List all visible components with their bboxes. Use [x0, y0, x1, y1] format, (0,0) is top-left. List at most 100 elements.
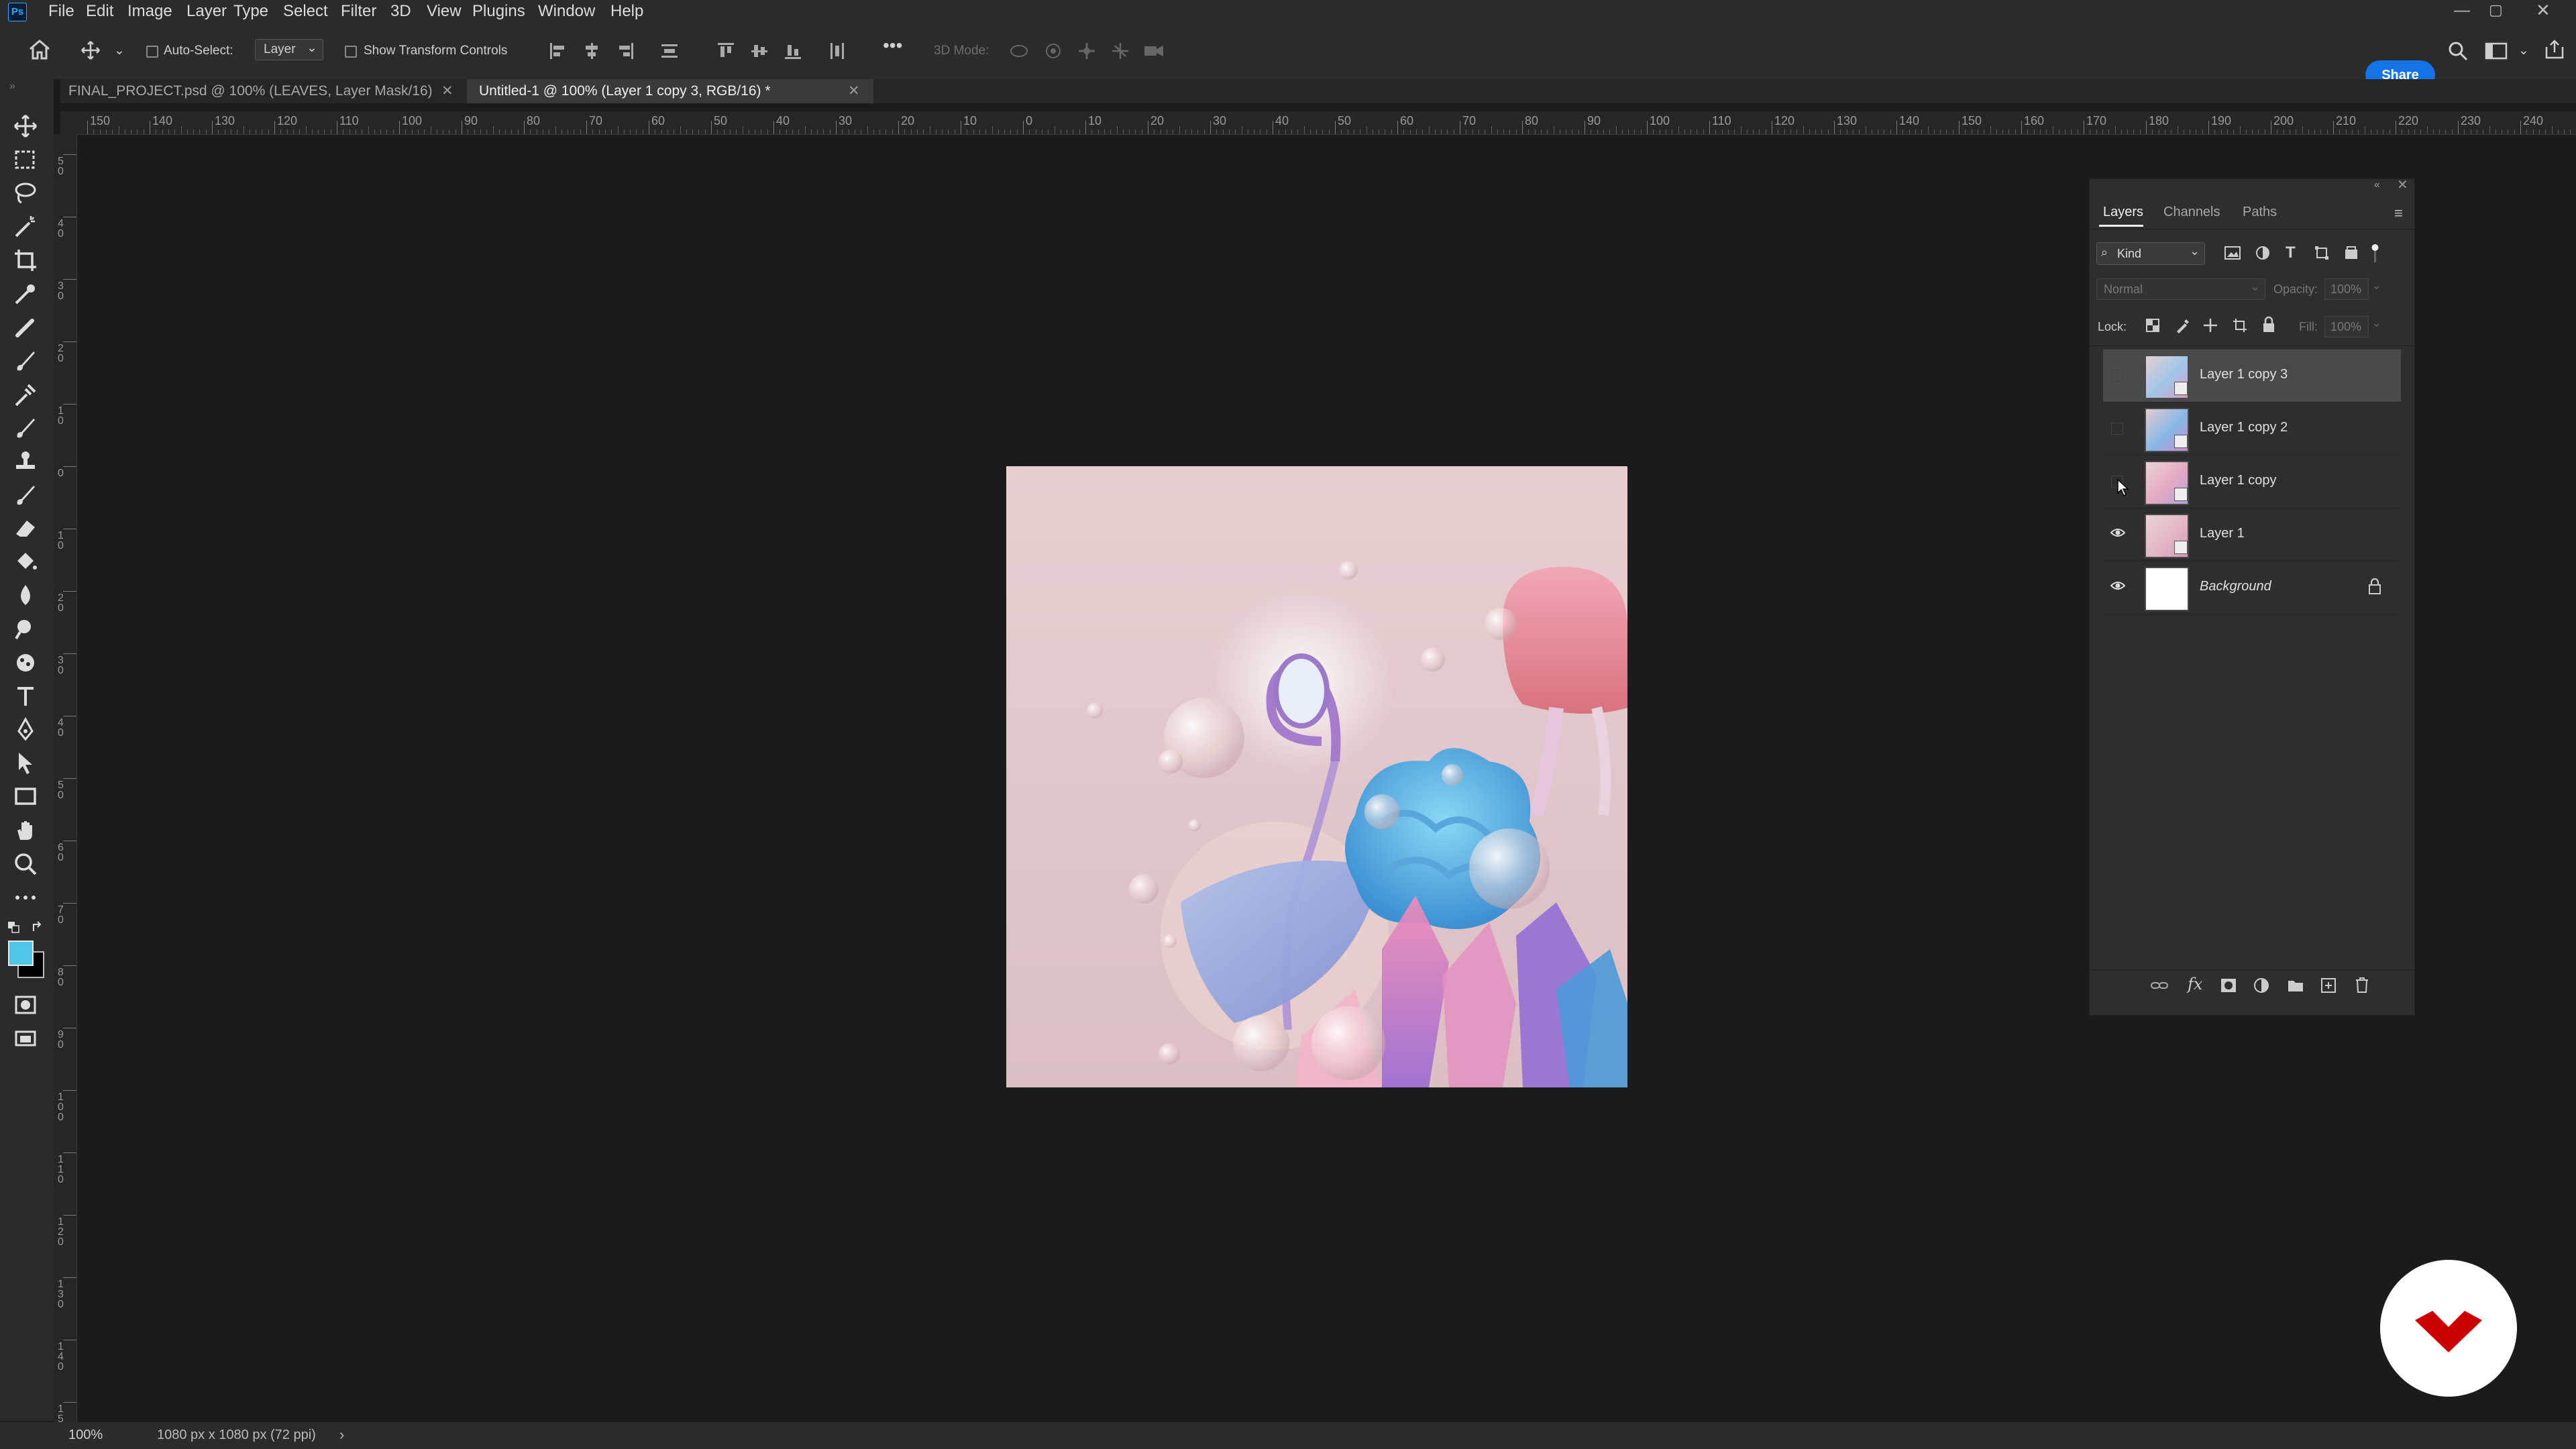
history-brush-icon[interactable] [12, 415, 42, 441]
fill-field[interactable]: 100% [2324, 316, 2369, 337]
sponge-tool-icon[interactable] [12, 649, 42, 676]
chevron-down-icon[interactable]: ⌄ [2518, 43, 2529, 59]
menu-file[interactable]: File [48, 0, 74, 23]
foreground-color-swatch[interactable] [8, 941, 34, 966]
collapse-icon[interactable]: » [9, 80, 15, 93]
close-tab-icon[interactable]: ✕ [441, 79, 453, 103]
lasso-tool-icon[interactable] [12, 180, 42, 207]
move-tool-icon[interactable] [12, 113, 42, 140]
brush-tool-icon[interactable] [12, 347, 42, 374]
marquee-tool-icon[interactable] [12, 146, 42, 173]
tab-layers[interactable]: Layers [2103, 205, 2143, 220]
export-icon[interactable] [2544, 39, 2565, 60]
visibility-toggle[interactable] [2111, 370, 2123, 382]
lock-icon[interactable] [2367, 578, 2382, 595]
menu-help[interactable]: Help [610, 0, 643, 23]
layer-row-layer-1-copy-2[interactable]: Layer 1 copy 2 [2103, 402, 2401, 455]
screen-mode-icon[interactable] [12, 1025, 42, 1052]
menu-plugins[interactable]: Plugins [472, 0, 525, 23]
align-middle-icon[interactable] [750, 42, 769, 60]
search-icon[interactable] [2447, 40, 2469, 62]
quick-mask-icon[interactable] [12, 991, 42, 1018]
new-group-icon[interactable] [2287, 977, 2304, 994]
auto-select-target-select[interactable]: Layer ⌄ [255, 39, 323, 60]
dodge-tool-icon[interactable] [12, 616, 42, 643]
type-tool-icon[interactable] [12, 683, 42, 710]
tab-final-project[interactable]: FINAL_PROJECT.psd @ 100% (LEAVES, Layer … [68, 79, 464, 103]
filter-shape-icon[interactable] [2314, 245, 2330, 261]
default-colors-icon[interactable] [7, 920, 20, 934]
blur-tool-icon[interactable] [12, 582, 42, 609]
crop-tool-icon[interactable] [12, 247, 42, 274]
clone-stamp-icon[interactable] [12, 381, 42, 408]
lock-all-icon[interactable] [2261, 316, 2276, 333]
layer-row-layer-1[interactable]: Layer 1 [2103, 508, 2401, 561]
menu-type[interactable]: Type [233, 0, 268, 23]
layer-name[interactable]: Layer 1 copy [2200, 473, 2277, 488]
layer-style-icon[interactable]: fx [2188, 975, 2202, 994]
lock-pixels-icon[interactable] [2174, 317, 2190, 333]
layer-name[interactable]: Layer 1 copy 3 [2200, 367, 2288, 382]
filter-pixel-icon[interactable] [2224, 245, 2241, 261]
swap-colors-icon[interactable] [31, 920, 44, 934]
healing-brush-icon[interactable] [12, 314, 42, 341]
add-mask-icon[interactable] [2220, 977, 2237, 994]
align-center-icon[interactable] [582, 42, 601, 60]
menu-3d[interactable]: 3D [390, 0, 411, 23]
close-panel-icon[interactable]: ✕ [2397, 176, 2408, 193]
menu-window[interactable]: Window [538, 0, 595, 23]
transform-controls-checkbox[interactable] [345, 46, 357, 58]
more-tools-icon[interactable] [12, 884, 42, 911]
new-layer-icon[interactable] [2320, 977, 2337, 994]
maximize-icon[interactable]: ▢ [2489, 1, 2503, 19]
paint-bucket-icon[interactable] [12, 549, 42, 576]
workspace-icon[interactable] [2485, 42, 2508, 60]
chevron-right-icon[interactable]: › [339, 1426, 344, 1444]
filter-kind-select[interactable]: ⌕ Kind ⌄ [2096, 242, 2205, 265]
zoom-level[interactable]: 100% [68, 1428, 103, 1443]
chevron-down-icon[interactable]: ⌄ [2371, 316, 2381, 330]
menu-layer[interactable]: Layer [186, 0, 227, 23]
blend-mode-select[interactable]: Normal ⌄ [2096, 278, 2265, 300]
align-right-icon[interactable] [616, 42, 635, 60]
menu-edit[interactable]: Edit [86, 0, 113, 23]
visibility-toggle[interactable] [2111, 423, 2123, 435]
layer-row-layer-1-copy-3[interactable]: Layer 1 copy 3 [2103, 350, 2401, 402]
panel-menu-icon[interactable]: ≡ [2394, 205, 2403, 222]
more-options-icon[interactable]: ••• [883, 36, 902, 55]
align-top-icon[interactable] [716, 42, 735, 60]
distribute-vertical-icon[interactable] [828, 42, 847, 60]
chevron-down-icon[interactable]: ⌄ [2371, 278, 2381, 292]
menu-view[interactable]: View [427, 0, 462, 23]
layer-row-layer-1-copy[interactable]: Layer 1 copy [2103, 455, 2401, 508]
filter-smart-object-icon[interactable] [2343, 245, 2359, 261]
layer-name[interactable]: Layer 1 [2200, 526, 2245, 541]
art-history-brush-icon[interactable] [12, 482, 42, 508]
lock-transparent-icon[interactable] [2145, 317, 2161, 333]
eye-icon[interactable] [2110, 579, 2126, 592]
pen-tool-icon[interactable] [12, 716, 42, 743]
filter-type-icon[interactable]: T [2286, 244, 2296, 262]
eye-icon[interactable] [2110, 526, 2126, 539]
layer-name[interactable]: Layer 1 copy 2 [2200, 420, 2288, 435]
document-info[interactable]: 1080 px x 1080 px (72 ppi) [157, 1428, 316, 1443]
menu-select[interactable]: Select [283, 0, 328, 23]
menu-filter[interactable]: Filter [341, 0, 376, 23]
close-tab-icon[interactable]: ✕ [848, 79, 860, 103]
filter-toggle-icon[interactable] [2370, 244, 2381, 264]
tab-channels[interactable]: Channels [2163, 205, 2220, 220]
align-left-icon[interactable] [549, 42, 568, 60]
lock-position-icon[interactable] [2202, 317, 2218, 333]
zoom-tool-icon[interactable] [12, 851, 42, 877]
lock-artboard-icon[interactable] [2232, 317, 2248, 333]
tab-paths[interactable]: Paths [2243, 205, 2277, 220]
stamp-icon[interactable] [12, 448, 42, 475]
eraser-icon[interactable] [12, 515, 42, 542]
filter-adjustment-icon[interactable] [2255, 245, 2271, 261]
document-canvas[interactable] [1006, 466, 1627, 1087]
eyedropper-icon[interactable] [12, 280, 42, 307]
align-bottom-icon[interactable] [784, 42, 802, 60]
rectangle-tool-icon[interactable] [12, 784, 42, 810]
layer-row-background[interactable]: Background [2103, 561, 2401, 614]
new-adjustment-icon[interactable] [2253, 977, 2269, 994]
